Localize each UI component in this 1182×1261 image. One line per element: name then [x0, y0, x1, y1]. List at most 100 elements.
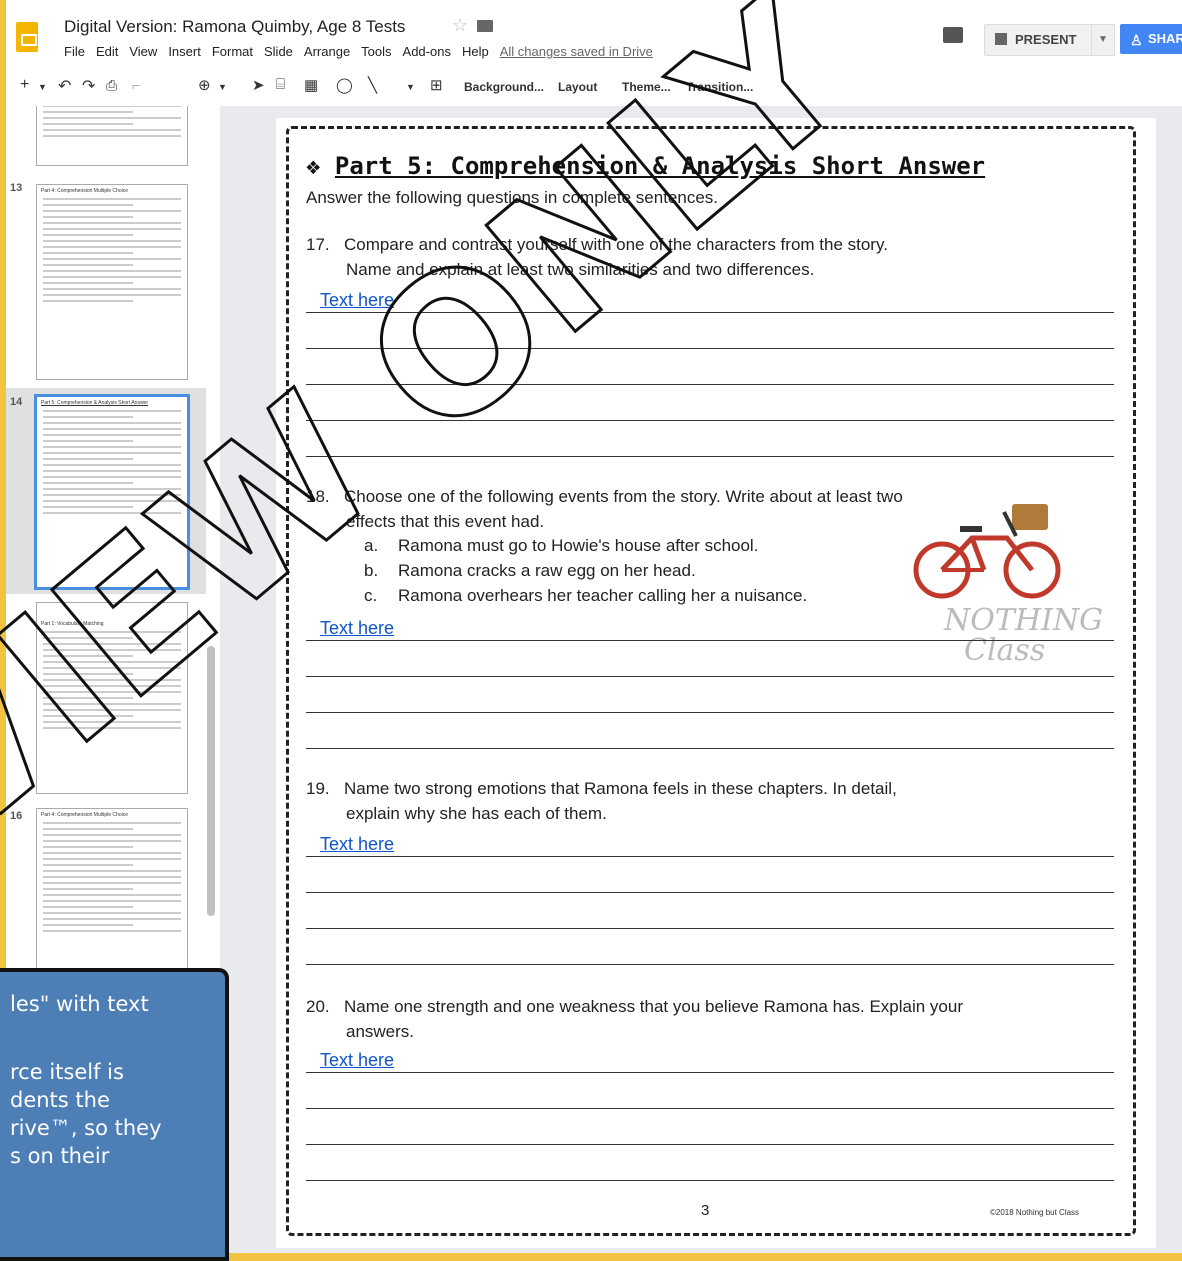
paint-format-icon[interactable]: ⌐: [132, 77, 140, 93]
option-letter: b.: [364, 561, 379, 580]
question-17[interactable]: 17. Compare and contrast yourself with on…: [306, 232, 1106, 282]
thumb-line: [43, 246, 181, 248]
toolbar: + ▼ ↶ ↷ ⎙ ⌐ ⊕ ▼ ➤ ⌸ ▦ ◯ ╲ ▼ ⊞ Background…: [6, 70, 1182, 107]
save-status[interactable]: All changes saved in Drive: [500, 44, 653, 59]
slide-thumbnail-selected[interactable]: Part 5: Comprehension & Analysis Short A…: [34, 394, 190, 590]
answer-line: [306, 964, 1114, 965]
answer-line: [306, 748, 1114, 749]
thumb-line: [43, 482, 133, 484]
thumb-line: [43, 673, 133, 675]
comments-icon[interactable]: [943, 27, 963, 43]
slide-thumbnail[interactable]: Part 1: Vocabulary Matching: [36, 602, 188, 794]
thumb-line: [43, 111, 133, 113]
transition-button[interactable]: Transition...: [686, 80, 753, 94]
question-number: 19.: [306, 779, 330, 798]
option-b: b. Ramona cracks a raw egg on her head.: [364, 561, 696, 581]
theme-button[interactable]: Theme...: [622, 80, 671, 94]
present-button[interactable]: PRESENT: [984, 24, 1094, 56]
image-icon[interactable]: ▦: [304, 76, 318, 94]
thumb-line: [43, 637, 133, 639]
background-button[interactable]: Background...: [464, 80, 544, 94]
thumb-line: [43, 846, 133, 848]
slide-thumbnail[interactable]: Part 4: Comprehension Multiple Choice: [36, 184, 188, 380]
layout-button[interactable]: Layout: [558, 80, 597, 94]
redo-icon[interactable]: ↷: [82, 76, 95, 96]
option-c: c. Ramona overhears her teacher calling h…: [364, 586, 807, 606]
thumb-line: [43, 864, 133, 866]
line-dropdown-icon[interactable]: ▼: [406, 82, 415, 92]
thumb-line: [43, 852, 181, 854]
thumb-line: [43, 709, 181, 711]
undo-icon[interactable]: ↶: [58, 76, 71, 96]
slide-filmstrip[interactable]: 13 Part 4: Comprehension Multiple Choice…: [6, 106, 221, 1253]
menu-edit[interactable]: Edit: [96, 44, 118, 59]
thumb-line: [43, 446, 181, 448]
thumb-line: [43, 488, 181, 490]
answer-text-field[interactable]: Text here: [320, 290, 394, 311]
zoom-dropdown-icon[interactable]: ▼: [218, 82, 227, 92]
filmstrip-scrollbar[interactable]: [207, 646, 215, 916]
option-text: Ramona must go to Howie's house after sc…: [398, 536, 759, 555]
share-button[interactable]: ♙ SHARE: [1120, 24, 1182, 54]
thumb-line: [43, 300, 133, 302]
line-icon[interactable]: ╲: [368, 76, 377, 94]
answer-line: [306, 384, 1114, 385]
thumb-line: [43, 222, 181, 224]
thumb-line: [43, 252, 133, 254]
question-line: Name one strength and one weakness that …: [344, 997, 963, 1016]
brand-line: NOTHING: [944, 603, 1104, 638]
bike-frame: [969, 537, 987, 571]
text-box-icon[interactable]: ⌸: [276, 76, 285, 93]
instructions[interactable]: Answer the following questions in comple…: [306, 188, 718, 208]
new-slide-dropdown-icon[interactable]: ▼: [38, 82, 47, 92]
select-icon[interactable]: ➤: [252, 76, 265, 94]
thumb-line: [43, 888, 133, 890]
menu-slide[interactable]: Slide: [264, 44, 293, 59]
star-icon[interactable]: ☆: [452, 15, 468, 36]
slide-thumbnail[interactable]: [36, 106, 188, 166]
slides-logo-icon[interactable]: [16, 22, 38, 52]
shape-icon[interactable]: ◯: [336, 76, 353, 94]
print-icon[interactable]: ⎙: [106, 77, 117, 94]
slide[interactable]: ❖ Part 5: Comprehension & Analysis Short…: [276, 118, 1156, 1248]
answer-line: [306, 892, 1114, 893]
thumb-line: [43, 282, 133, 284]
thumb-line: [43, 240, 181, 242]
menu-view[interactable]: View: [129, 44, 157, 59]
zoom-icon[interactable]: ⊕: [198, 76, 211, 94]
thumb-title: Part 4: Comprehension Multiple Choice: [41, 188, 128, 194]
thumb-line: [43, 906, 133, 908]
present-dropdown-icon[interactable]: ▼: [1091, 24, 1115, 56]
document-title[interactable]: Digital Version: Ramona Quimby, Age 8 Te…: [64, 17, 405, 37]
answer-text-field[interactable]: Text here: [320, 1050, 394, 1071]
menu-addons[interactable]: Add-ons: [403, 44, 451, 59]
answer-text-field[interactable]: Text here: [320, 834, 394, 855]
thumb-line: [43, 434, 181, 436]
thumb-line: [43, 210, 181, 212]
thumb-line: [43, 270, 181, 272]
menu-insert[interactable]: Insert: [168, 44, 201, 59]
thumb-line: [43, 912, 181, 914]
folder-icon[interactable]: [477, 20, 493, 32]
menu-tools[interactable]: Tools: [361, 44, 391, 59]
page-title[interactable]: ❖ Part 5: Comprehension & Analysis Short…: [306, 152, 985, 180]
new-slide-icon[interactable]: +: [20, 76, 29, 94]
bicycle-icon: [913, 504, 1061, 599]
thumb-line: [43, 476, 181, 478]
question-20[interactable]: 20. Name one strength and one weakness th…: [306, 994, 1106, 1044]
menu-format[interactable]: Format: [212, 44, 253, 59]
option-text: Ramona cracks a raw egg on her head.: [398, 561, 696, 580]
question-line: answers.: [346, 1022, 415, 1041]
thumb-title: Part 1: Vocabulary Matching: [41, 621, 104, 627]
menu-arrange[interactable]: Arrange: [304, 44, 350, 59]
comment-add-icon[interactable]: ⊞: [430, 76, 443, 94]
diamond-bullet-icon: ❖: [306, 152, 321, 180]
slide-thumbnail[interactable]: Part 4: Comprehension Multiple Choice: [36, 808, 188, 1010]
menu-file[interactable]: File: [64, 44, 85, 59]
bike-seat: [960, 526, 982, 532]
question-19[interactable]: 19. Name two strong emotions that Ramona …: [306, 776, 1106, 826]
thumb-title: Part 4: Comprehension Multiple Choice: [41, 812, 128, 818]
menu-help[interactable]: Help: [462, 44, 489, 59]
thumb-line: [43, 840, 181, 842]
answer-text-field[interactable]: Text here: [320, 618, 394, 639]
